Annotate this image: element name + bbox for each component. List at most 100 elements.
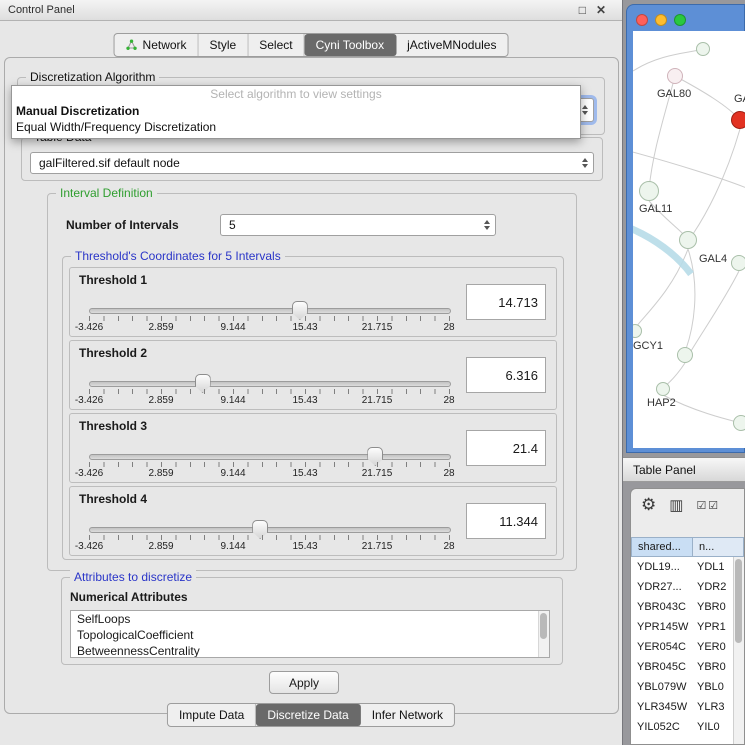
table-cell: YBR0 — [691, 661, 734, 673]
threshold-2-value-field[interactable]: 6.316 — [466, 357, 546, 393]
tab-select[interactable]: Select — [248, 34, 304, 56]
scale-label: 28 — [443, 322, 454, 333]
tab-label: Style — [210, 38, 237, 52]
scale-label: 2.859 — [148, 322, 173, 333]
apply-button[interactable]: Apply — [269, 671, 339, 694]
numerical-attributes-label: Numerical Attributes — [70, 590, 188, 604]
slider-scale: -3.4262.8599.14415.4321.71528 — [89, 541, 449, 553]
slider-track[interactable] — [89, 527, 451, 533]
slider-track[interactable] — [89, 454, 451, 460]
dropdown-option-equal-width[interactable]: Equal Width/Frequency Discretization — [12, 119, 580, 135]
close-traffic-light[interactable] — [636, 14, 648, 26]
float-window-icon[interactable]: □ — [579, 3, 586, 17]
slider-scale: -3.4262.8599.14415.4321.71528 — [89, 322, 449, 334]
tab-label: Infer Network — [372, 708, 443, 722]
scale-label: -3.426 — [75, 468, 103, 479]
threshold-3-value-field[interactable]: 21.4 — [466, 430, 546, 466]
algorithm-dropdown-list: Select algorithm to view settings Manual… — [11, 85, 581, 139]
attribute-item[interactable]: BetweennessCentrality — [71, 643, 549, 658]
table-row[interactable]: YPR145WYPR1 — [631, 617, 734, 637]
network-node[interactable] — [679, 231, 697, 249]
interval-definition-label: Interval Definition — [56, 186, 157, 200]
attribute-item[interactable]: TopologicalCoefficient — [71, 627, 549, 643]
threshold-4-value-field[interactable]: 11.344 — [466, 503, 546, 539]
table-cell: YPR1 — [691, 621, 734, 633]
table-row[interactable]: YBL079WYBL0 — [631, 677, 734, 697]
slider-track[interactable] — [89, 381, 451, 387]
number-of-intervals-combobox[interactable]: 5 — [220, 214, 496, 236]
table-panel-title: Table Panel — [633, 463, 696, 477]
zoom-traffic-light[interactable] — [674, 14, 686, 26]
scale-label: 9.144 — [220, 395, 245, 406]
network-node[interactable] — [677, 347, 693, 363]
scale-label: 9.144 — [220, 322, 245, 333]
network-icon — [126, 39, 138, 51]
table-scrollbar[interactable] — [733, 557, 744, 744]
scale-label: 28 — [443, 395, 454, 406]
select-columns-icons[interactable]: ☑☑ — [696, 499, 720, 512]
tab-infer-network[interactable]: Infer Network — [361, 704, 454, 726]
table-row[interactable]: YIL052CYIL0 — [631, 717, 734, 737]
threshold-2-box: Threshold 2 -3.4262.8599.14415.4321.7152… — [69, 340, 557, 410]
gear-icon[interactable]: ⚙ — [641, 495, 656, 515]
columns-icon[interactable]: ▥ — [669, 496, 683, 514]
table-cell: YPR145W — [631, 621, 691, 633]
tab-impute-data[interactable]: Impute Data — [168, 704, 256, 726]
table-row[interactable]: YBR045CYBR0 — [631, 657, 734, 677]
close-icon[interactable]: ✕ — [596, 3, 606, 17]
node-label: GA — [734, 93, 745, 105]
table-cell: YDL19... — [631, 561, 691, 573]
stepper-icon — [582, 158, 588, 168]
numerical-attributes-list: SelfLoopsTopologicalCoefficientBetweenne… — [71, 611, 549, 658]
table-row[interactable]: YDR27...YDR2 — [631, 577, 734, 597]
table-row[interactable]: YLR345WYLR3 — [631, 697, 734, 717]
scale-label: 15.43 — [292, 468, 317, 479]
number-of-intervals-label: Number of Intervals — [66, 218, 179, 232]
network-node[interactable] — [733, 415, 745, 431]
tab-discretize-data[interactable]: Discretize Data — [256, 704, 360, 726]
tab-network[interactable]: Network — [115, 34, 199, 56]
tab-style[interactable]: Style — [199, 34, 249, 56]
minimize-traffic-light[interactable] — [655, 14, 667, 26]
column-header-shared[interactable]: shared... — [631, 537, 693, 557]
network-node[interactable] — [656, 382, 670, 396]
threshold-1-value-field[interactable]: 14.713 — [466, 284, 546, 320]
selected-node[interactable] — [731, 111, 745, 129]
dropdown-option-manual-discretization[interactable]: Manual Discretization — [12, 103, 580, 119]
threshold-3-label: Threshold 3 — [79, 419, 147, 433]
network-node[interactable] — [639, 181, 659, 201]
numerical-attributes-listbox[interactable]: SelfLoopsTopologicalCoefficientBetweenne… — [70, 610, 550, 658]
tab-jactivemnodules[interactable]: jActiveMNodules — [396, 34, 507, 56]
network-node[interactable] — [696, 42, 710, 56]
tab-label: Impute Data — [179, 708, 244, 722]
column-header-name[interactable]: n... — [693, 537, 744, 557]
slider-track[interactable] — [89, 308, 451, 314]
table-cell: YBL0 — [691, 681, 734, 693]
network-node[interactable] — [731, 255, 745, 271]
network-canvas[interactable]: GAL80GAGAL11GAL4GCY1HAP2 — [633, 31, 745, 448]
network-view-window: GAL80GAGAL11GAL4GCY1HAP2 — [626, 4, 745, 453]
number-of-intervals-value: 5 — [229, 218, 236, 232]
attribute-item[interactable]: SelfLoops — [71, 611, 549, 627]
scale-label: 28 — [443, 541, 454, 552]
tab-cyni-toolbox[interactable]: Cyni Toolbox — [305, 34, 396, 56]
bottom-tabbar: Impute Data Discretize Data Infer Networ… — [167, 703, 455, 727]
scrollbar-thumb[interactable] — [735, 559, 742, 643]
tab-label: Cyni Toolbox — [316, 38, 384, 52]
table-row[interactable]: YBR043CYBR0 — [631, 597, 734, 617]
network-node[interactable] — [667, 68, 683, 84]
node-label: GCY1 — [633, 340, 663, 352]
scale-label: 15.43 — [292, 395, 317, 406]
thresholds-group: Threshold's Coordinates for 5 Intervals … — [62, 256, 564, 560]
table-cell: YER054C — [631, 641, 691, 653]
node-table-body: YDL19...YDL1YDR27...YDR2YBR043CYBR0YPR14… — [631, 557, 734, 744]
table-row[interactable]: YDL19...YDL1 — [631, 557, 734, 577]
scrollbar-thumb[interactable] — [540, 613, 547, 639]
scale-label: 21.715 — [362, 322, 393, 333]
scale-label: 2.859 — [148, 541, 173, 552]
table-panel-window: ⚙ ▥ ☑☑ shared... n... YDL19...YDL1YDR27.… — [630, 488, 745, 745]
table-row[interactable]: YER054CYER0 — [631, 637, 734, 657]
scale-label: 15.43 — [292, 322, 317, 333]
list-scrollbar[interactable] — [538, 611, 549, 657]
table-data-combobox[interactable]: galFiltered.sif default node — [30, 152, 594, 174]
